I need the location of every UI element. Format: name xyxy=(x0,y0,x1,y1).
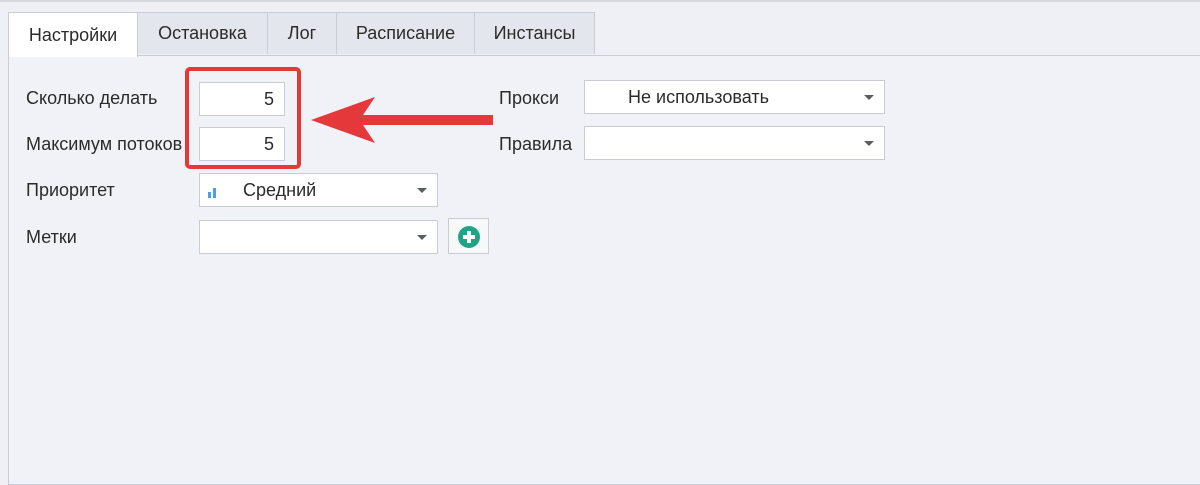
annotation-arrow-icon xyxy=(311,97,493,143)
chevron-down-icon xyxy=(864,141,874,146)
rules-select[interactable] xyxy=(584,126,885,160)
priority-select[interactable]: Средний xyxy=(199,173,438,207)
chevron-down-icon xyxy=(417,188,427,193)
tab-settings[interactable]: Настройки xyxy=(8,12,138,57)
tab-stop-label: Остановка xyxy=(158,23,247,43)
rules-label: Правила xyxy=(499,134,573,154)
top-border xyxy=(0,0,1200,2)
tab-schedule[interactable]: Расписание xyxy=(336,12,475,54)
signal-bars-icon xyxy=(208,184,220,198)
chevron-down-icon xyxy=(864,95,874,100)
threads-label: Максимум потоков xyxy=(26,134,183,154)
proxy-label: Прокси xyxy=(499,88,560,108)
priority-label: Приоритет xyxy=(26,180,115,200)
plus-circle-icon xyxy=(458,226,480,248)
tab-settings-label: Настройки xyxy=(28,24,118,45)
tab-log[interactable]: Лог xyxy=(267,12,337,54)
highlight-box xyxy=(185,67,301,169)
tab-log-label: Лог xyxy=(287,23,317,43)
priority-value: Средний xyxy=(243,179,317,200)
count-label: Сколько делать xyxy=(26,88,158,108)
proxy-value: Не использовать xyxy=(628,86,769,107)
tab-bar: Настройки Остановка Лог Расписание Инста… xyxy=(8,12,595,57)
tab-schedule-label: Расписание xyxy=(355,23,456,43)
add-tag-button[interactable] xyxy=(448,218,489,254)
tab-stop[interactable]: Остановка xyxy=(137,12,268,54)
tab-instances[interactable]: Инстансы xyxy=(474,12,595,54)
tab-instances-label: Инстансы xyxy=(493,23,576,43)
chevron-down-icon xyxy=(417,235,427,240)
proxy-select[interactable]: Не использовать xyxy=(584,80,885,114)
tags-label: Метки xyxy=(26,227,77,247)
tags-select[interactable] xyxy=(199,220,438,254)
